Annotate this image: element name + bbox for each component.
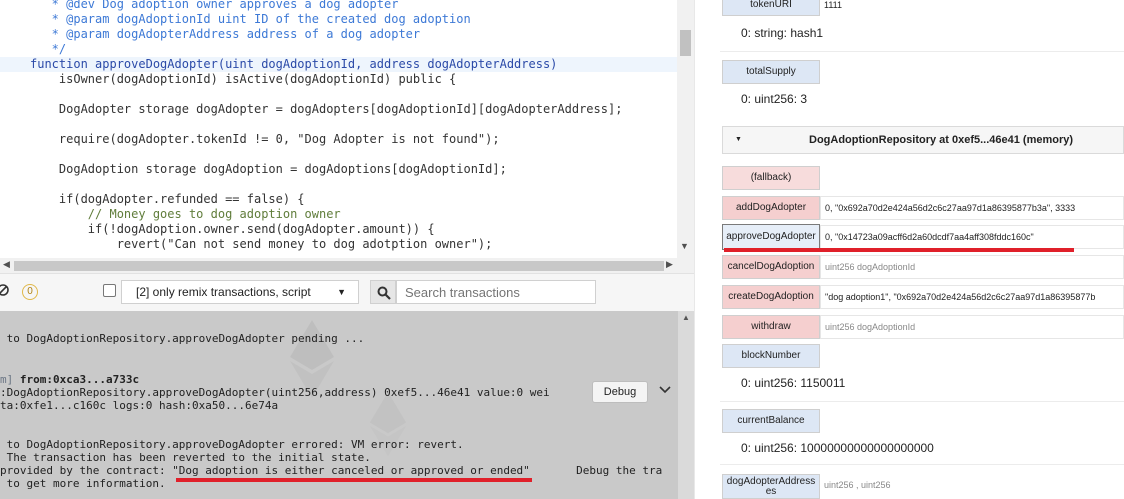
cancelDogAdoption-button[interactable]: cancelDogAdoption [722,255,820,279]
totalSupply-output: 0: uint256: 3 [741,92,808,106]
log-tx-prefix: m] [0,373,14,386]
editor-scroll-thumb[interactable] [680,30,691,56]
scroll-up-arrow-icon[interactable]: ▲ [682,313,690,322]
divider [720,464,1124,465]
caret-down-icon[interactable]: ▼ [735,127,742,153]
editor-hscroll-thumb[interactable] [14,261,664,271]
clear-console-icon[interactable] [0,283,9,300]
tokenURI-input[interactable]: 1111 [820,0,1124,16]
code-editor[interactable]: * @dev Dog adoption owner approves a dog… [0,0,694,258]
code-line: if(!dogAdoption.owner.send(dogAdopter.am… [30,222,435,236]
dogAdopterAddresses-input[interactable]: uint256 , uint256 [820,474,1124,498]
currentBalance-button[interactable]: currentBalance [722,409,820,433]
listen-network-checkbox[interactable] [103,284,116,297]
log-error-line: provided by the contract: "Dog adoption … [0,464,662,478]
contract-instance-header[interactable]: ▼ DogAdoptionRepository at 0xef5...46e41… [722,126,1124,154]
log-tx-line: ta:0xfe1...c160c logs:0 hash:0xa50...6e7… [0,399,279,412]
withdraw-input[interactable]: uint256 dogAdoptionId [820,315,1124,339]
terminal-scrollbar[interactable] [678,311,694,499]
code-line: */ [30,42,67,56]
filter-dropdown-label: [2] only remix transactions, script [136,285,311,299]
debug-button[interactable]: Debug [592,381,648,403]
cancelDogAdoption-input[interactable]: uint256 dogAdoptionId [820,255,1124,279]
annotation-underline [176,478,532,482]
code-line: revert("Can not send money to dog adotpt… [30,237,493,251]
code-line: require(dogAdopter.tokenId != 0, "Dog Ad… [30,132,500,146]
tokenURI-button[interactable]: tokenURI [722,0,820,16]
totalSupply-button[interactable]: totalSupply [722,60,820,84]
blockNumber-button[interactable]: blockNumber [722,344,820,368]
code-line: if(dogAdopter.refunded == false) { [30,192,305,206]
addDogAdopter-button[interactable]: addDogAdopter [722,196,820,220]
code-line: // Money goes to dog adoption owner [30,207,341,221]
blockNumber-output: 0: uint256: 1150011 [741,376,846,390]
createDogAdoption-button[interactable]: createDogAdoption [722,285,820,309]
scroll-down-arrow-icon[interactable]: ▼ [680,241,689,251]
scroll-right-arrow-icon[interactable]: ▶ [666,259,673,270]
code-line: DogAdoption storage dogAdoption = dogAdo… [30,162,507,176]
log-error-post: Debug the tra [529,464,663,477]
log-tx-from: from:0xca3...a733c [13,373,140,386]
chevron-down-icon[interactable] [659,383,671,397]
fallback-button[interactable]: (fallback) [722,166,820,190]
revert-reason: "Dog adoption is either canceled or appr… [172,464,530,477]
approveDogAdopter-button[interactable]: approveDogAdopter [722,224,820,250]
code-line-active: function approveDogAdopter(uint dogAdopt… [0,57,677,72]
withdraw-button[interactable]: withdraw [722,315,820,339]
dogAdopterAddresses-button[interactable]: dogAdopterAddresses [722,474,820,499]
log-error-line: to get more information. [0,477,166,490]
transaction-filter-dropdown[interactable]: [2] only remix transactions, script ▼ [121,280,359,304]
annotation-underline [724,248,1074,252]
code-line: * @param dogAdoptionId uint ID of the cr… [30,12,471,26]
log-error-pre: provided by the contract: [0,464,173,477]
code-line: isOwner(dogAdoptionId) isActive(dogAdopt… [30,72,457,86]
caret-down-icon: ▼ [337,287,346,297]
code-line: * @param dogAdopterAddress address of a … [30,27,421,41]
approveDogAdopter-input[interactable]: 0, "0x14723a09acff6d2a60dcdf7aa4aff308fd… [820,225,1124,249]
log-pending-line: to DogAdoptionRepository.approveDogAdopt… [0,332,365,345]
tokenURI-output: 0: string: hash1 [741,26,824,40]
log-tx-line: :DogAdoptionRepository.approveDogAdopter… [0,386,550,399]
addDogAdopter-input[interactable]: 0, "0x692a70d2e424a56d2c6c27aa97d1a86395… [820,196,1124,220]
pending-transactions-counter: 0 [22,284,38,300]
search-icon [377,286,391,300]
contract-instance-title: DogAdoptionRepository at 0xef5...46e41 (… [809,134,1074,146]
log-error-line: The transaction has been reverted to the… [0,451,371,464]
code-line: * @dev Dog adoption owner approves a dog… [30,0,399,11]
scroll-left-arrow-icon[interactable]: ◀ [3,259,10,270]
search-transactions-input[interactable] [396,280,596,304]
search-button[interactable] [370,280,396,304]
currentBalance-output: 0: uint256: 10000000000000000000 [741,441,934,455]
divider [720,401,1124,402]
log-tx-line: m] from:0xca3...a733c [0,373,139,387]
fallback-spacer [820,166,1124,190]
code-line: DogAdopter storage dogAdopter = dogAdopt… [30,102,623,116]
createDogAdoption-input[interactable]: "dog adoption1", "0x692a70d2e424a56d2c6c… [820,285,1124,309]
log-error-line: to DogAdoptionRepository.approveDogAdopt… [0,438,464,451]
divider [720,51,1124,52]
